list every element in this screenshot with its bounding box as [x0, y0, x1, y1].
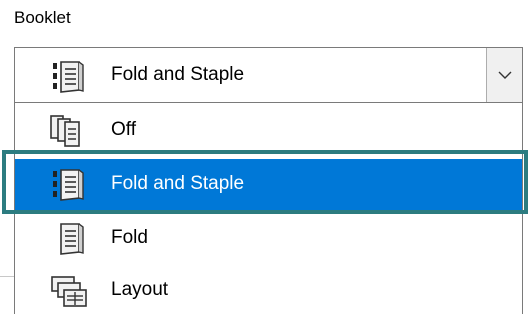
fold-staple-icon — [49, 60, 89, 99]
dropdown-arrow-button[interactable] — [486, 48, 522, 102]
booklet-dropdown[interactable]: Fold and Staple — [14, 47, 523, 103]
booklet-label: Booklet — [14, 8, 71, 27]
fold-icon — [49, 222, 89, 261]
option-fold[interactable]: Fold — [15, 213, 522, 265]
layout-icon — [49, 274, 93, 315]
option-layout[interactable]: Layout — [15, 265, 522, 317]
option-off-label: Off — [111, 119, 136, 140]
fold-staple-icon — [49, 168, 89, 207]
option-fold-and-staple[interactable]: Fold and Staple — [15, 159, 522, 211]
option-off[interactable]: Off — [15, 105, 522, 157]
option-layout-label: Layout — [111, 279, 169, 300]
divider — [0, 276, 14, 277]
chevron-down-icon — [498, 71, 512, 79]
booklet-off-icon — [49, 114, 93, 155]
option-fold-label: Fold — [111, 227, 148, 248]
booklet-options-list: Off Fold and Staple Fold Layout — [14, 103, 523, 314]
option-fold-and-staple-label: Fold and Staple — [111, 173, 245, 194]
booklet-selected-value: Fold and Staple — [111, 64, 245, 85]
